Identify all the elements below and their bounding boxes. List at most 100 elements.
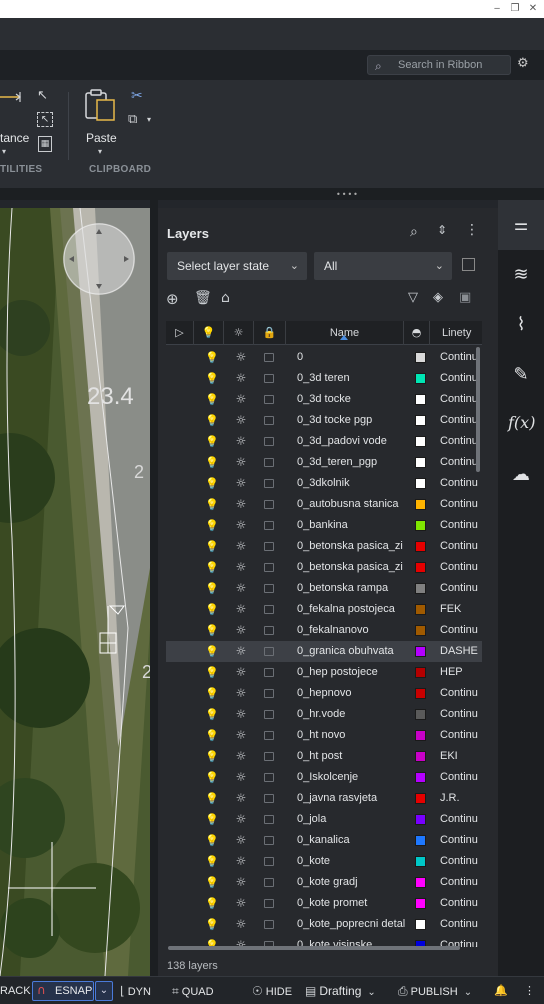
layer-row[interactable]: 💡 ☼ 0_betonska pasica_zi Continu [166,536,482,557]
layer-filter-dropdown[interactable]: All ⌄ [314,252,452,280]
color-column-icon[interactable]: ◓ [404,321,430,345]
sun-freeze-icon[interactable]: ☼ [233,368,249,389]
lock-icon[interactable] [264,353,274,362]
layer-color-swatch[interactable] [415,667,426,678]
formula-fx-icon[interactable]: f(x) [508,410,535,436]
sun-freeze-icon[interactable]: ☼ [233,851,249,872]
lightbulb-icon[interactable]: 💡 [205,368,217,389]
sun-freeze-icon[interactable]: ☼ [233,473,249,494]
copy-icon[interactable]: ⧉ [128,112,137,127]
publish-button[interactable]: ⎙ PUBLISH ⌄ [398,977,475,1004]
lightbulb-icon[interactable]: 💡 [205,704,217,725]
lightbulb-icon[interactable]: 💡 [205,809,217,830]
layer-color-swatch[interactable] [415,688,426,699]
lightbulb-icon[interactable]: 💡 [205,746,217,767]
purge-brush-icon[interactable]: ⌂ [221,290,230,306]
notifications-bell-icon[interactable]: 🔔 [494,977,508,1004]
layer-color-swatch[interactable] [415,877,426,888]
lock-icon[interactable] [264,626,274,635]
sun-freeze-icon[interactable]: ☼ [233,830,249,851]
layer-row[interactable]: 💡 ☼ 0_betonska rampa Continu [166,578,482,599]
lock-icon[interactable] [264,374,274,383]
lock-icon[interactable] [264,605,274,614]
lock-icon[interactable] [264,437,274,446]
sun-freeze-icon[interactable]: ☼ [233,536,249,557]
lock-icon[interactable] [264,689,274,698]
layer-color-swatch[interactable] [415,604,426,615]
sun-freeze-icon[interactable]: ☼ [233,515,249,536]
search-icon[interactable]: ⌕ [410,224,418,240]
lock-icon[interactable] [264,794,274,803]
scrollbar-thumb[interactable] [476,347,480,472]
sun-freeze-icon[interactable]: ☼ [233,599,249,620]
lightbulb-icon[interactable]: 💡 [205,515,217,536]
layer-row[interactable]: 💡 ☼ 0_hr.vode Continu [166,704,482,725]
lock-icon[interactable] [264,647,274,656]
lightbulb-icon[interactable]: 💡 [205,725,217,746]
lightbulb-icon[interactable]: 💡 [205,410,217,431]
lightbulb-icon[interactable]: 💡 [205,389,217,410]
lightbulb-icon[interactable]: 💡 [205,893,217,914]
layers-stack-icon[interactable]: ≋ [508,262,534,288]
lock-icon[interactable] [264,479,274,488]
lock-icon[interactable] [264,731,274,740]
ribbon-settings-icon[interactable]: ⚙ [517,56,534,73]
layer-color-swatch[interactable] [415,478,426,489]
layer-row[interactable]: 💡 ☼ 0_hepnovo Continu [166,683,482,704]
more-options-icon[interactable]: ⋮ [465,222,479,238]
lock-icon[interactable] [264,815,274,824]
linetype-column-header[interactable]: Linety [430,321,482,345]
lightbulb-icon[interactable]: 💡 [205,851,217,872]
cut-icon[interactable]: ✂ [131,88,143,104]
layer-row[interactable]: 💡 ☼ 0_kote Continu [166,851,482,872]
sun-freeze-icon[interactable]: ☼ [233,578,249,599]
layer-color-swatch[interactable] [415,709,426,720]
layer-color-swatch[interactable] [415,499,426,510]
lock-icon[interactable] [264,920,274,929]
lightbulb-icon[interactable]: 💡 [205,347,217,368]
draw-tools-icon[interactable]: ✎ [508,362,534,388]
properties-sliders-icon[interactable]: ⚌ [508,212,534,238]
dyn-toggle[interactable]: ⌊ DYN [120,977,151,1004]
name-column-header[interactable]: Name [286,321,404,345]
copy-dropdown-icon[interactable]: ▾ [147,115,151,124]
layer-color-swatch[interactable] [415,625,426,636]
delete-layer-icon[interactable]: 🗑 [194,290,212,306]
measure-distance-icon[interactable] [0,90,24,104]
lock-icon[interactable] [264,899,274,908]
lock-icon[interactable] [264,542,274,551]
lightbulb-icon[interactable]: 💡 [205,431,217,452]
lightbulb-icon[interactable]: 💡 [205,683,217,704]
layer-row[interactable]: 💡 ☼ 0_fekalnanovo Continu [166,620,482,641]
layer-color-swatch[interactable] [415,856,426,867]
esnap-dropdown-icon[interactable]: ⌄ [95,981,113,1001]
select-cursor-icon[interactable]: ↖ [37,88,48,103]
esnap-toggle[interactable]: ∩ ESNAP [32,981,94,1001]
expand-column-icon[interactable]: ▷ [166,321,194,345]
lightbulb-icon[interactable]: 💡 [205,788,217,809]
sun-freeze-icon[interactable]: ☼ [233,914,249,935]
layer-row[interactable]: 💡 ☼ 0_Iskolcenje Continu [166,767,482,788]
lock-icon[interactable] [264,458,274,467]
sun-freeze-icon[interactable]: ☼ [233,389,249,410]
lightbulb-icon[interactable]: 💡 [205,536,217,557]
layer-row[interactable]: 💡 ☼ 0_3d_padovi vode Continu [166,431,482,452]
sun-freeze-icon[interactable]: ☼ [233,620,249,641]
lock-icon[interactable] [264,710,274,719]
restore-icon[interactable]: ❐ [508,2,522,16]
freeze-column-icon[interactable]: ☼ [224,321,254,345]
sun-freeze-icon[interactable]: ☼ [233,662,249,683]
sun-freeze-icon[interactable]: ☼ [233,809,249,830]
sun-freeze-icon[interactable]: ☼ [233,725,249,746]
lock-icon[interactable] [264,752,274,761]
layer-color-swatch[interactable] [415,898,426,909]
lock-icon[interactable] [264,857,274,866]
layer-state-dropdown[interactable]: Select layer state ⌄ [167,252,307,280]
layer-row[interactable]: 💡 ☼ 0_betonska pasica_zi Continu [166,557,482,578]
layer-color-swatch[interactable] [415,541,426,552]
layer-row[interactable]: 💡 ☼ 0_hep postojece HEP [166,662,482,683]
layer-row[interactable]: 💡 ☼ 0_autobusna stanica Continu [166,494,482,515]
vertical-scrollbar[interactable] [476,347,480,947]
lightbulb-icon[interactable]: 💡 [205,494,217,515]
invert-filter-icon[interactable] [462,258,475,271]
